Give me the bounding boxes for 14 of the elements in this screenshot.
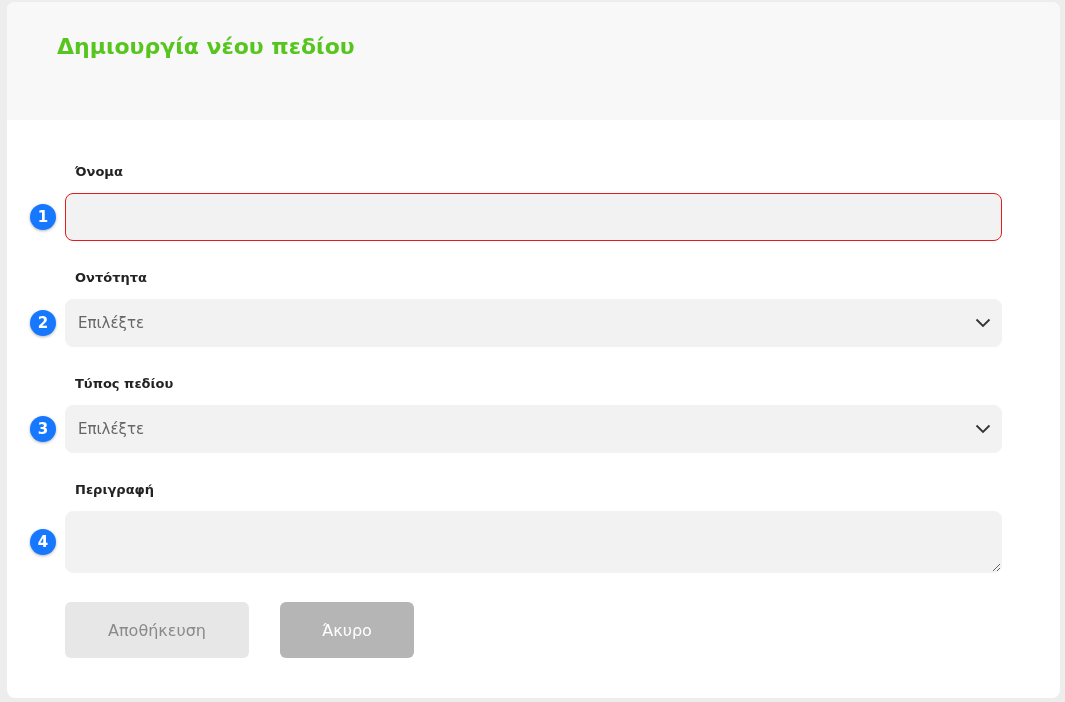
dialog-title: Δημιουργία νέου πεδίου — [57, 34, 356, 59]
step-badge: 3 — [30, 416, 56, 442]
chevron-down-icon — [975, 424, 991, 434]
step-badge: 1 — [30, 204, 56, 230]
step-badge: 2 — [30, 310, 56, 336]
step-badge: 4 — [30, 529, 56, 555]
name-input[interactable] — [65, 193, 1002, 241]
select-dropdown[interactable]: Επιλέξτε — [65, 299, 1002, 347]
field-label: Όνομα — [75, 164, 124, 179]
select-dropdown[interactable]: Επιλέξτε — [65, 405, 1002, 453]
field-label: Περιγραφή — [75, 482, 155, 497]
field-label: Τύπος πεδίου — [75, 376, 175, 391]
field-label: Οντότητα — [75, 270, 148, 285]
chevron-down-icon — [975, 318, 991, 328]
